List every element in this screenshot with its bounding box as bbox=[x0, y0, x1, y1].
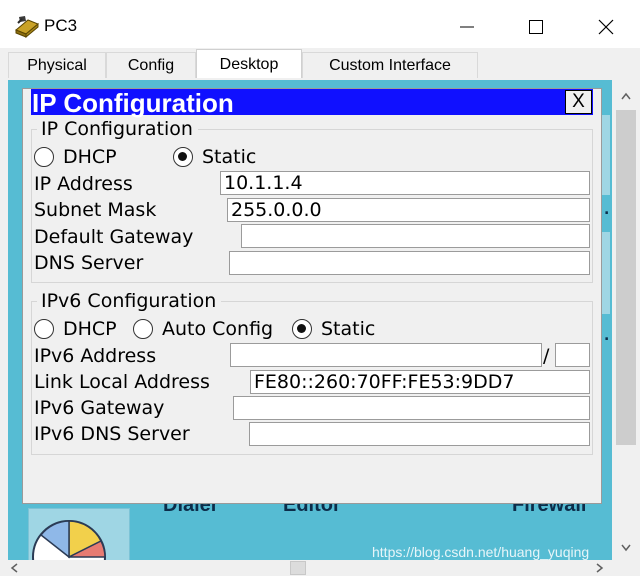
tab-config[interactable]: Config bbox=[106, 52, 196, 78]
dialog-close-button[interactable]: X bbox=[565, 90, 592, 114]
horizontal-scrollbar[interactable] bbox=[0, 560, 640, 576]
ipv6-dhcp-label[interactable]: DHCP bbox=[63, 318, 117, 340]
ipv6-dns-server-field[interactable] bbox=[249, 422, 590, 446]
close-icon[interactable] bbox=[591, 12, 621, 42]
subnet-mask-field[interactable]: 255.0.0.0 bbox=[227, 198, 590, 222]
ipv4-dhcp-label[interactable]: DHCP bbox=[63, 146, 117, 168]
ipv6-address-label: IPv6 Address bbox=[34, 345, 157, 367]
ipv4-group-legend: IP Configuration bbox=[37, 118, 198, 140]
ipv6-gateway-label: IPv6 Gateway bbox=[34, 397, 165, 419]
link-local-address-field[interactable]: FE80::260:70FF:FE53:9DD7 bbox=[250, 370, 590, 394]
ipv6-gateway-field[interactable] bbox=[233, 396, 590, 420]
link-local-address-label: Link Local Address bbox=[34, 371, 210, 393]
ipv6-auto-config-label[interactable]: Auto Config bbox=[162, 318, 273, 340]
scroll-right-icon[interactable] bbox=[596, 563, 604, 573]
ipv6-static-radio[interactable] bbox=[292, 319, 312, 339]
ipv4-static-label[interactable]: Static bbox=[202, 146, 256, 168]
dns-server-label: DNS Server bbox=[34, 252, 144, 274]
ipv6-address-field[interactable] bbox=[230, 343, 542, 367]
ipv4-dhcp-radio[interactable] bbox=[34, 147, 54, 167]
dns-server-field[interactable] bbox=[229, 251, 590, 275]
maximize-icon[interactable] bbox=[521, 12, 551, 42]
scroll-left-icon[interactable] bbox=[10, 563, 18, 573]
ipv6-prefix-length-field[interactable] bbox=[555, 343, 590, 367]
ipv6-group-legend: IPv6 Configuration bbox=[37, 290, 222, 312]
ip-address-label: IP Address bbox=[34, 173, 133, 195]
tab-custom-interface[interactable]: Custom Interface bbox=[302, 52, 478, 78]
network-device-icon bbox=[14, 14, 40, 39]
window-title: PC3 bbox=[44, 16, 78, 35]
app-tile-pie-chart[interactable] bbox=[28, 508, 130, 564]
ipv6-dns-server-label: IPv6 DNS Server bbox=[34, 423, 190, 445]
watermark-text: https://blog.csdn.net/huang_yuqing bbox=[372, 544, 590, 560]
window-titlebar: PC3 bbox=[0, 0, 640, 48]
scroll-up-icon[interactable] bbox=[621, 92, 631, 100]
dialog-title: IP Configuration bbox=[32, 88, 234, 118]
default-gateway-field[interactable] bbox=[241, 224, 590, 248]
ipv6-static-label[interactable]: Static bbox=[321, 318, 375, 340]
subnet-mask-label: Subnet Mask bbox=[34, 199, 157, 221]
prefix-slash: / bbox=[543, 345, 550, 367]
tab-bar: Physical Config Desktop Custom Interface bbox=[0, 48, 640, 79]
vertical-scroll-thumb[interactable] bbox=[616, 110, 636, 445]
default-gateway-label: Default Gateway bbox=[34, 226, 194, 248]
ipv6-dhcp-radio[interactable] bbox=[34, 319, 54, 339]
scroll-down-icon[interactable] bbox=[621, 544, 631, 552]
ipv6-auto-config-radio[interactable] bbox=[133, 319, 153, 339]
ipv4-static-radio[interactable] bbox=[173, 147, 193, 167]
desktop-app-label-partial: . bbox=[604, 328, 610, 344]
desktop-app-label-partial: . bbox=[604, 202, 610, 218]
tab-desktop[interactable]: Desktop bbox=[196, 49, 302, 79]
ip-address-field[interactable]: 10.1.1.4 bbox=[220, 171, 590, 195]
minimize-icon[interactable] bbox=[452, 12, 482, 42]
horizontal-scroll-thumb[interactable] bbox=[290, 561, 306, 575]
tab-physical[interactable]: Physical bbox=[8, 52, 106, 78]
